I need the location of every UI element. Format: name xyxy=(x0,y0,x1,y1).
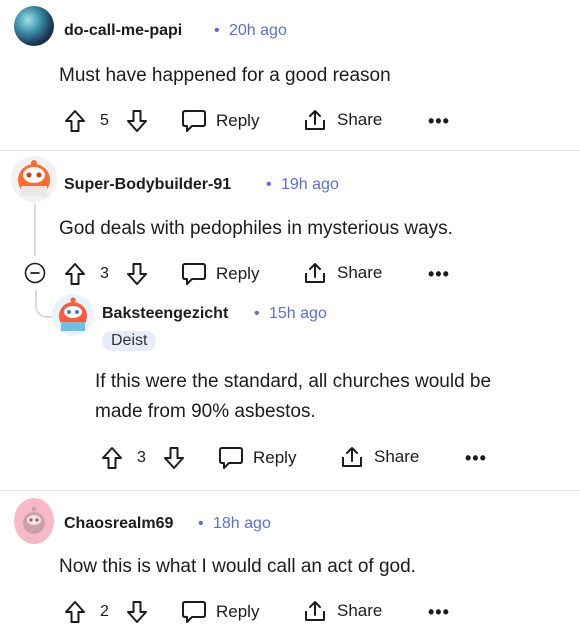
user-flair: Deist xyxy=(102,331,157,351)
upvote-button[interactable] xyxy=(64,262,86,286)
upvote-button[interactable] xyxy=(64,109,86,133)
comment-icon xyxy=(182,110,206,132)
username[interactable]: Chaosrealm69 xyxy=(64,515,173,533)
minus-circle-icon xyxy=(24,262,46,284)
vote-count: 3 xyxy=(100,265,109,282)
comment-time[interactable]: 19h ago xyxy=(281,176,339,194)
comment-icon xyxy=(182,601,206,623)
snoo-avatar-icon xyxy=(23,506,45,534)
upvote-button[interactable] xyxy=(101,446,123,470)
comment-body-line: If this were the standard, all churches … xyxy=(95,371,492,392)
comment-icon xyxy=(219,447,243,469)
reply-button[interactable]: Reply xyxy=(181,600,259,624)
share-button[interactable]: Share xyxy=(303,599,382,623)
comment-time-separator: • xyxy=(254,305,260,322)
collapse-thread-button[interactable] xyxy=(24,262,46,284)
more-options-button[interactable]: ••• xyxy=(428,603,450,621)
more-options-button[interactable]: ••• xyxy=(465,449,487,467)
downvote-button[interactable] xyxy=(126,600,148,624)
reply-button[interactable]: Reply xyxy=(218,446,296,470)
avatar[interactable] xyxy=(11,156,57,202)
comment-time-separator: • xyxy=(198,515,204,532)
arrow-down-icon xyxy=(127,601,147,623)
comment-body-line: made from 90% asbestos. xyxy=(95,401,316,422)
reply-label: Reply xyxy=(216,264,260,283)
comment-body: Must have happened for a good reason xyxy=(59,65,391,86)
share-label: Share xyxy=(337,110,383,129)
vote-count: 3 xyxy=(137,449,146,466)
reply-button[interactable]: Reply xyxy=(181,262,259,286)
arrow-up-icon xyxy=(102,447,122,469)
arrow-down-icon xyxy=(127,263,147,285)
share-button[interactable]: Share xyxy=(303,108,382,132)
comment-time[interactable]: 18h ago xyxy=(213,515,271,533)
username[interactable]: Baksteengezicht xyxy=(102,305,228,323)
comment-time[interactable]: 20h ago xyxy=(229,22,287,40)
share-label: Share xyxy=(337,263,383,282)
divider xyxy=(0,490,580,491)
more-options-button[interactable]: ••• xyxy=(428,265,450,283)
comment-icon xyxy=(182,263,206,285)
divider xyxy=(0,150,580,151)
reply-label: Reply xyxy=(253,448,297,467)
reply-connector xyxy=(35,290,53,318)
share-icon xyxy=(305,110,325,130)
downvote-button[interactable] xyxy=(163,446,185,470)
snoo-avatar-icon xyxy=(18,160,50,196)
share-icon xyxy=(305,601,325,621)
avatar[interactable] xyxy=(14,6,54,46)
more-options-button[interactable]: ••• xyxy=(428,112,450,130)
snoo-avatar-icon xyxy=(59,297,87,331)
username[interactable]: do-call-me-papi xyxy=(64,22,182,40)
avatar[interactable] xyxy=(52,294,94,336)
arrow-down-icon xyxy=(164,447,184,469)
vote-count: 5 xyxy=(100,112,109,129)
arrow-up-icon xyxy=(65,263,85,285)
arrow-up-icon xyxy=(65,601,85,623)
comment-time[interactable]: 15h ago xyxy=(269,305,327,323)
share-icon xyxy=(305,263,325,283)
downvote-button[interactable] xyxy=(126,109,148,133)
thread-line[interactable] xyxy=(34,204,36,256)
share-button[interactable]: Share xyxy=(303,261,382,285)
reply-label: Reply xyxy=(216,111,260,130)
share-button[interactable]: Share xyxy=(340,445,419,469)
avatar[interactable] xyxy=(14,498,54,544)
arrow-up-icon xyxy=(65,110,85,132)
comment-body: Now this is what I would call an act of … xyxy=(59,556,416,577)
username[interactable]: Super-Bodybuilder-91 xyxy=(64,176,231,194)
comment-time-separator: • xyxy=(214,22,220,39)
share-icon xyxy=(342,447,362,467)
downvote-button[interactable] xyxy=(126,262,148,286)
arrow-down-icon xyxy=(127,110,147,132)
vote-count: 2 xyxy=(100,603,109,620)
upvote-button[interactable] xyxy=(64,600,86,624)
comment-time-separator: • xyxy=(266,176,272,193)
comment-body: God deals with pedophiles in mysterious … xyxy=(59,218,453,239)
share-label: Share xyxy=(374,447,420,466)
reply-button[interactable]: Reply xyxy=(181,109,259,133)
reply-label: Reply xyxy=(216,602,260,621)
share-label: Share xyxy=(337,601,383,620)
